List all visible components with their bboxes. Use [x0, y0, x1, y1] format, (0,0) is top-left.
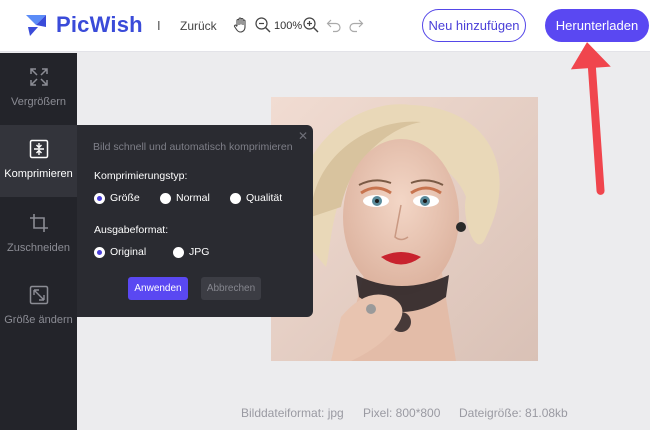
brand-logo[interactable]: PicWish — [24, 12, 143, 38]
radio-dot-selected — [94, 192, 105, 204]
brand-name: PicWish — [56, 12, 143, 37]
sidebar-item-label: Zuschneiden — [7, 242, 70, 254]
radio-format-original[interactable]: Original — [94, 246, 146, 258]
back-link[interactable]: Zurück — [180, 19, 217, 33]
radio-label: JPG — [189, 246, 210, 258]
tool-sidebar: Vergrößern Komprimieren Zuschneiden Größ… — [0, 53, 77, 430]
sidebar-item-label: Größe ändern — [4, 314, 73, 326]
compress-popup: ✕ Bild schnell und automatisch komprimie… — [77, 125, 313, 317]
compress-icon — [29, 139, 48, 159]
file-format-info: Bilddateiformat: jpg — [241, 406, 344, 420]
sidebar-item-enlarge[interactable]: Vergrößern — [0, 53, 77, 125]
close-icon[interactable]: ✕ — [298, 129, 308, 143]
radio-label: Qualität — [246, 192, 283, 204]
picwish-logo-icon — [26, 15, 46, 36]
add-new-button[interactable]: Neu hinzufügen — [422, 9, 526, 42]
toolbar-separator: I — [157, 18, 161, 33]
sidebar-item-compress[interactable]: Komprimieren — [0, 125, 77, 197]
file-size-info: Dateigröße: 81.08kb — [459, 406, 568, 420]
zoom-level: 100% — [274, 20, 303, 32]
radio-dot — [160, 192, 171, 204]
radio-compression-normal[interactable]: Normal — [160, 192, 210, 204]
crop-icon — [29, 214, 48, 232]
zoom-out-icon[interactable] — [254, 16, 272, 34]
sidebar-item-label: Komprimieren — [4, 168, 73, 180]
radio-label: Original — [110, 246, 147, 258]
radio-dot — [230, 192, 241, 204]
radio-format-jpg[interactable]: JPG — [173, 246, 209, 258]
top-toolbar: PicWish I Zurück 100% Neu hinzufügen Her… — [0, 0, 650, 52]
sidebar-item-label: Vergrößern — [10, 96, 67, 108]
enlarge-icon — [29, 68, 48, 86]
annotation-arrow-icon — [570, 42, 611, 195]
popup-hint: Bild schnell und automatisch komprimiere… — [93, 141, 293, 153]
output-format-title: Ausgabeformat: — [94, 224, 169, 236]
radio-label: Normal — [176, 192, 210, 204]
compression-type-title: Komprimierungstyp: — [94, 170, 188, 182]
radio-dot — [173, 246, 184, 258]
undo-icon[interactable] — [325, 16, 343, 34]
pixel-info: Pixel: 800*800 — [363, 406, 441, 420]
cancel-button[interactable]: Abbrechen — [201, 277, 261, 300]
apply-button[interactable]: Anwenden — [128, 277, 188, 300]
radio-label: Größe — [110, 192, 140, 204]
zoom-in-icon[interactable] — [302, 16, 320, 34]
hand-pan-icon[interactable] — [232, 16, 250, 34]
radio-compression-size[interactable]: Größe — [94, 192, 140, 204]
redo-icon[interactable] — [347, 16, 365, 34]
sidebar-item-resize[interactable]: Größe ändern — [0, 271, 77, 343]
resize-icon — [29, 285, 48, 305]
radio-compression-quality[interactable]: Qualität — [230, 192, 282, 204]
sidebar-item-crop[interactable]: Zuschneiden — [0, 199, 77, 271]
radio-dot-selected — [94, 246, 105, 258]
